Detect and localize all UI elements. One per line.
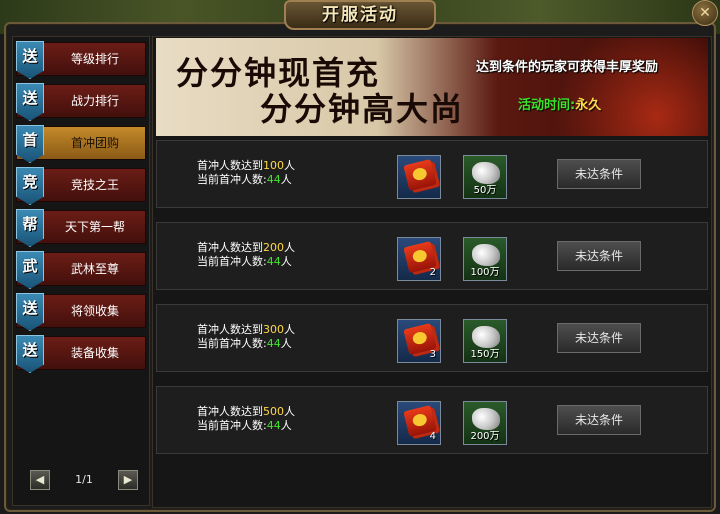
banner-slogan-2: 分分钟高大尚 xyxy=(260,90,465,128)
red-envelope-icon xyxy=(403,158,437,192)
cur-number: 44 xyxy=(266,337,281,350)
cur-suffix: 人 xyxy=(280,173,292,186)
tab-label: 竞技之王 xyxy=(70,178,119,192)
reward-row: 首冲人数达到100人 当前首冲人数:44人 50万 未达条件 xyxy=(156,140,708,208)
claim-status-button[interactable]: 未达条件 xyxy=(557,405,641,435)
cur-suffix: 人 xyxy=(280,255,292,268)
cur-prefix: 当前首冲人数: xyxy=(197,337,267,350)
req-suffix: 人 xyxy=(284,323,295,336)
req-prefix: 首冲人数达到 xyxy=(197,241,263,254)
tab-label: 首冲团购 xyxy=(70,136,119,150)
tab-arena-king[interactable]: 竞 竞技之王 xyxy=(16,167,146,205)
event-banner: 分分钟现首充 分分钟高大尚 达到条件的玩家可获得丰厚奖励 活动时间:永久 xyxy=(156,38,708,136)
reward-row: 首冲人数达到200人 当前首冲人数:44人 2 100万 未达条件 xyxy=(156,222,708,290)
event-time-label: 活动时间: xyxy=(518,98,576,113)
tab-level-ranking[interactable]: 送 等级排行 xyxy=(16,41,146,79)
cur-suffix: 人 xyxy=(280,337,292,350)
reward-quantity: 50万 xyxy=(473,185,497,196)
tab-label: 装备收集 xyxy=(70,346,119,360)
cur-prefix: 当前首冲人数: xyxy=(197,419,267,432)
tab-label: 战力排行 xyxy=(70,94,119,108)
close-button[interactable]: ✕ xyxy=(692,0,718,26)
red-envelope-reward[interactable] xyxy=(397,155,441,199)
tab-first-charge-group[interactable]: 首 首冲团购 xyxy=(16,125,146,163)
tab-general-collection[interactable]: 送 将领收集 xyxy=(16,293,146,331)
tab-badge: 武 xyxy=(16,251,44,289)
tab-badge: 送 xyxy=(16,41,44,79)
req-suffix: 人 xyxy=(284,405,295,418)
tab-label: 等级排行 xyxy=(70,52,119,66)
req-number: 100 xyxy=(263,159,284,172)
reward-quantity: 100万 xyxy=(470,267,500,278)
reward-quantity: 3 xyxy=(429,349,436,360)
req-prefix: 首冲人数达到 xyxy=(197,323,263,336)
reward-quantity: 4 xyxy=(429,431,436,442)
reward-row: 首冲人数达到500人 当前首冲人数:44人 4 200万 未达条件 xyxy=(156,386,708,454)
claim-status-button[interactable]: 未达条件 xyxy=(557,323,641,353)
row-requirement: 首冲人数达到100人 当前首冲人数:44人 xyxy=(197,159,377,187)
tab-martial-supreme[interactable]: 武 武林至尊 xyxy=(16,251,146,289)
cur-number: 44 xyxy=(266,173,281,186)
silver-reward[interactable]: 200万 xyxy=(463,401,507,445)
tab-badge: 送 xyxy=(16,293,44,331)
silver-reward[interactable]: 50万 xyxy=(463,155,507,199)
page-indicator: 1/1 xyxy=(75,473,93,486)
tab-badge: 帮 xyxy=(16,209,44,247)
tab-label: 天下第一帮 xyxy=(64,220,125,234)
reward-quantity: 200万 xyxy=(470,431,500,442)
silver-reward[interactable]: 100万 xyxy=(463,237,507,281)
req-suffix: 人 xyxy=(284,159,295,172)
req-number: 200 xyxy=(263,241,284,254)
claim-status-button[interactable]: 未达条件 xyxy=(557,159,641,189)
row-requirement: 首冲人数达到200人 当前首冲人数:44人 xyxy=(197,241,377,269)
cur-prefix: 当前首冲人数: xyxy=(197,255,267,268)
silver-reward[interactable]: 150万 xyxy=(463,319,507,363)
window-title: 开服活动 xyxy=(284,0,436,30)
tab-badge: 首 xyxy=(16,125,44,163)
req-number: 500 xyxy=(263,405,284,418)
tab-top-guild[interactable]: 帮 天下第一帮 xyxy=(16,209,146,247)
tab-label: 武林至尊 xyxy=(70,262,119,276)
reward-quantity: 2 xyxy=(429,267,436,278)
cur-suffix: 人 xyxy=(280,419,292,432)
tab-label: 将领收集 xyxy=(70,304,119,318)
event-time: 活动时间:永久 xyxy=(518,94,601,113)
tab-badge: 送 xyxy=(16,83,44,121)
cur-prefix: 当前首冲人数: xyxy=(197,173,267,186)
prev-page-button[interactable]: ◀ xyxy=(30,470,50,490)
red-envelope-reward[interactable]: 2 xyxy=(397,237,441,281)
req-prefix: 首冲人数达到 xyxy=(197,405,263,418)
tab-equipment-collection[interactable]: 送 装备收集 xyxy=(16,335,146,373)
event-time-value: 永久 xyxy=(575,98,602,113)
tab-badge: 竞 xyxy=(16,167,44,205)
cur-number: 44 xyxy=(266,255,281,268)
claim-status-button[interactable]: 未达条件 xyxy=(557,241,641,271)
pager: ◀ 1/1 ▶ xyxy=(30,470,138,490)
cur-number: 44 xyxy=(266,419,281,432)
reward-quantity: 150万 xyxy=(470,349,500,360)
tab-power-ranking[interactable]: 送 战力排行 xyxy=(16,83,146,121)
red-envelope-reward[interactable]: 3 xyxy=(397,319,441,363)
row-requirement: 首冲人数达到500人 当前首冲人数:44人 xyxy=(197,405,377,433)
banner-glow xyxy=(536,38,708,136)
req-suffix: 人 xyxy=(284,241,295,254)
red-envelope-reward[interactable]: 4 xyxy=(397,401,441,445)
req-number: 300 xyxy=(263,323,284,336)
row-requirement: 首冲人数达到300人 当前首冲人数:44人 xyxy=(197,323,377,351)
banner-description: 达到条件的玩家可获得丰厚奖励 xyxy=(476,60,659,75)
reward-row: 首冲人数达到300人 当前首冲人数:44人 3 150万 未达条件 xyxy=(156,304,708,372)
req-prefix: 首冲人数达到 xyxy=(197,159,263,172)
next-page-button[interactable]: ▶ xyxy=(118,470,138,490)
tab-badge: 送 xyxy=(16,335,44,373)
